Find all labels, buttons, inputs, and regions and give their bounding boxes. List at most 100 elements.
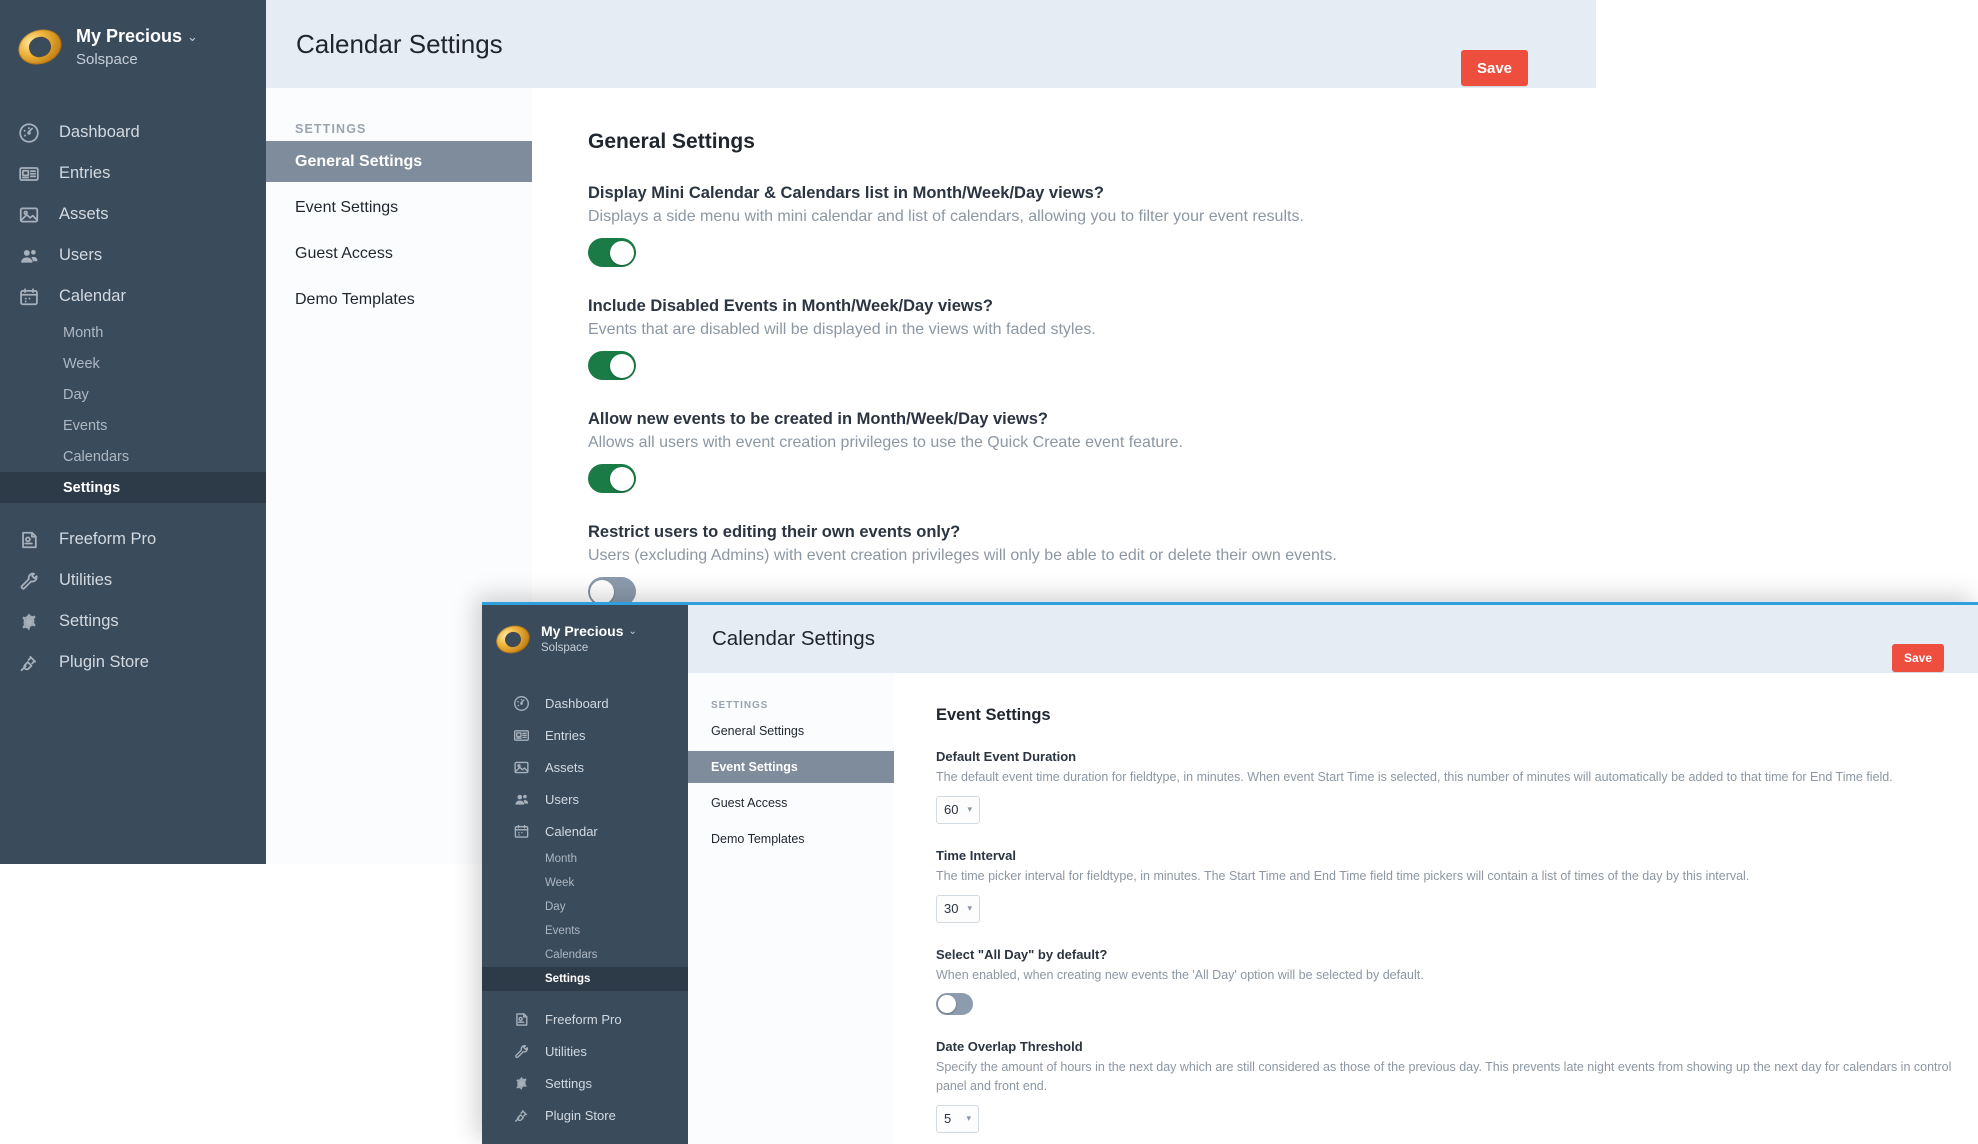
chevron-down-icon: ⌄ — [628, 625, 637, 637]
setnav-item-label: Guest Access — [711, 796, 788, 810]
sidebar-item-users[interactable]: Users — [0, 235, 266, 276]
assets-icon — [18, 204, 40, 226]
settings-field: Select "All Day" by default? When enabled… — [936, 947, 1954, 1016]
save-button[interactable]: Save — [1892, 644, 1944, 672]
setnav-item-event-settings[interactable]: Event Settings — [266, 187, 532, 228]
toggle-knob — [610, 240, 634, 265]
sidebar-item-month-sub[interactable]: Month — [482, 847, 688, 871]
sidebar-item-label: Freeform Pro — [545, 1011, 622, 1027]
sidebar-item-label: Assets — [59, 205, 109, 223]
setnav-item-guest-access[interactable]: Guest Access — [266, 233, 532, 274]
plug-icon — [513, 1107, 530, 1124]
sidebar-item-events-sub[interactable]: Events — [482, 919, 688, 943]
brand-block[interactable]: My Precious ⌄ Solspace — [0, 0, 266, 70]
sidebar-item-settings[interactable]: Settings — [482, 1067, 688, 1099]
sidebar-item-label: Utilities — [59, 571, 113, 589]
setnav-item-event-settings[interactable]: Event Settings — [688, 751, 894, 783]
sidebar-item-month-sub[interactable]: Month — [0, 317, 266, 348]
toggle-knob — [590, 579, 614, 604]
sidebar-item-calendar[interactable]: Calendar — [0, 276, 266, 317]
settings-field: Default Event Duration The default event … — [936, 749, 1954, 824]
page-title: Calendar Settings — [712, 627, 875, 650]
brand-subtitle: Solspace — [541, 642, 589, 654]
sidebar-item-entries[interactable]: Entries — [0, 153, 266, 194]
sidebar-item-dashboard[interactable]: Dashboard — [482, 687, 688, 719]
sidebar-item-assets[interactable]: Assets — [0, 194, 266, 235]
sidebar-item-calendars-sub[interactable]: Calendars — [482, 943, 688, 967]
sidebar-item-label: Day — [545, 901, 566, 913]
settings-field-list: Display Mini Calendar & Calendars list i… — [588, 184, 1596, 606]
sidebar-item-label: Calendars — [545, 949, 598, 961]
sidebar-item-label: Dashboard — [59, 123, 140, 141]
sidebar-item-label: Month — [545, 853, 577, 865]
sidebar-item-label: Calendar — [545, 823, 598, 839]
sidebar-item-calendar[interactable]: Calendar — [482, 815, 688, 847]
sidebar-item-label: Freeform Pro — [59, 530, 157, 548]
toggle-knob — [610, 466, 634, 491]
brand-name[interactable]: My Precious ⌄ — [76, 26, 198, 47]
sidebar-item-settings-sub[interactable]: Settings — [0, 472, 266, 503]
setnav-item-general-settings[interactable]: General Settings — [266, 141, 532, 182]
toggle-knob — [938, 995, 956, 1014]
toggle-switch[interactable] — [588, 351, 636, 380]
setnav-item-general-settings[interactable]: General Settings — [688, 715, 894, 747]
sidebar-item-events-sub[interactable]: Events — [0, 410, 266, 441]
sidebar-item-plugin-store[interactable]: Plugin Store — [482, 1099, 688, 1131]
setnav-item-label: Guest Access — [295, 244, 393, 262]
sidebar-item-settings-sub[interactable]: Settings — [482, 967, 688, 991]
brand-name[interactable]: My Precious ⌄ — [541, 623, 637, 639]
sidebar-item-utilities[interactable]: Utilities — [482, 1035, 688, 1067]
brand-subtitle: Solspace — [76, 51, 138, 68]
sidebar-item-day-sub[interactable]: Day — [0, 379, 266, 410]
sidebar-item-label: Users — [59, 246, 103, 264]
select-dropdown[interactable]: 60 ▾ — [936, 795, 980, 824]
field-instructions: The default event time duration for fiel… — [936, 770, 1893, 784]
settings-field: Time Interval The time picker interval fo… — [936, 848, 1954, 923]
select-dropdown[interactable]: 5 ▾ — [936, 1104, 979, 1133]
settings-field: Include Disabled Events in Month/Week/Da… — [588, 297, 1596, 380]
sidebar-item-label: Month — [63, 324, 104, 341]
select-dropdown[interactable]: 30 ▾ — [936, 894, 980, 923]
settings-content: Event Settings Default Event Duration The… — [894, 673, 1978, 1144]
save-button[interactable]: Save — [1461, 50, 1528, 86]
setnav-item-demo-templates[interactable]: Demo Templates — [688, 823, 894, 855]
toggle-switch[interactable] — [936, 993, 973, 1016]
field-label: Display Mini Calendar & Calendars list i… — [588, 184, 1104, 202]
sidebar-item-users[interactable]: Users — [482, 783, 688, 815]
setnav-item-demo-templates[interactable]: Demo Templates — [266, 279, 532, 320]
wrench-icon — [18, 570, 40, 592]
sidebar-item-entries[interactable]: Entries — [482, 719, 688, 751]
sidebar-item-label: Week — [545, 877, 575, 889]
settings-subnav-heading: SETTINGS — [295, 122, 367, 136]
toggle-switch[interactable] — [588, 238, 636, 267]
setnav-item-guest-access[interactable]: Guest Access — [688, 787, 894, 819]
setnav-item-label: Demo Templates — [711, 832, 805, 846]
field-label: Time Interval — [936, 847, 1016, 863]
toggle-switch[interactable] — [588, 464, 636, 493]
sidebar-item-dashboard[interactable]: Dashboard — [0, 112, 266, 153]
sidebar-item-label: Calendars — [63, 448, 130, 465]
brand-block[interactable]: My Precious ⌄ Solspace — [482, 605, 688, 658]
sidebar-item-label: Utilities — [545, 1043, 587, 1059]
sidebar-item-week-sub[interactable]: Week — [0, 348, 266, 379]
sidebar-nav: Dashboard Entries Assets Users Calendar Month… — [482, 687, 688, 1131]
sidebar-item-day-sub[interactable]: Day — [482, 895, 688, 919]
sidebar-item-calendars-sub[interactable]: Calendars — [0, 441, 266, 472]
setnav-item-label: General Settings — [711, 724, 805, 738]
sidebar-item-utilities[interactable]: Utilities — [0, 560, 266, 601]
assets-icon — [513, 759, 530, 776]
sidebar-item-plugin-store[interactable]: Plugin Store — [0, 642, 266, 683]
select-value: 30 — [944, 901, 959, 916]
brand-name-label: My Precious — [76, 26, 183, 46]
page-header: Calendar Settings Save — [688, 605, 1978, 673]
sidebar-item-week-sub[interactable]: Week — [482, 871, 688, 895]
sidebar-item-label: Week — [63, 355, 100, 372]
sidebar-divider — [0, 503, 266, 519]
sidebar-item-settings[interactable]: Settings — [0, 601, 266, 642]
users-icon — [513, 791, 530, 808]
sidebar-item-assets[interactable]: Assets — [482, 751, 688, 783]
sidebar-item-freeform-pro[interactable]: Freeform Pro — [0, 519, 266, 560]
chevron-down-icon: ▾ — [967, 804, 972, 815]
sidebar-item-freeform-pro[interactable]: Freeform Pro — [482, 1003, 688, 1035]
sidebar-item-label: Events — [545, 925, 581, 937]
